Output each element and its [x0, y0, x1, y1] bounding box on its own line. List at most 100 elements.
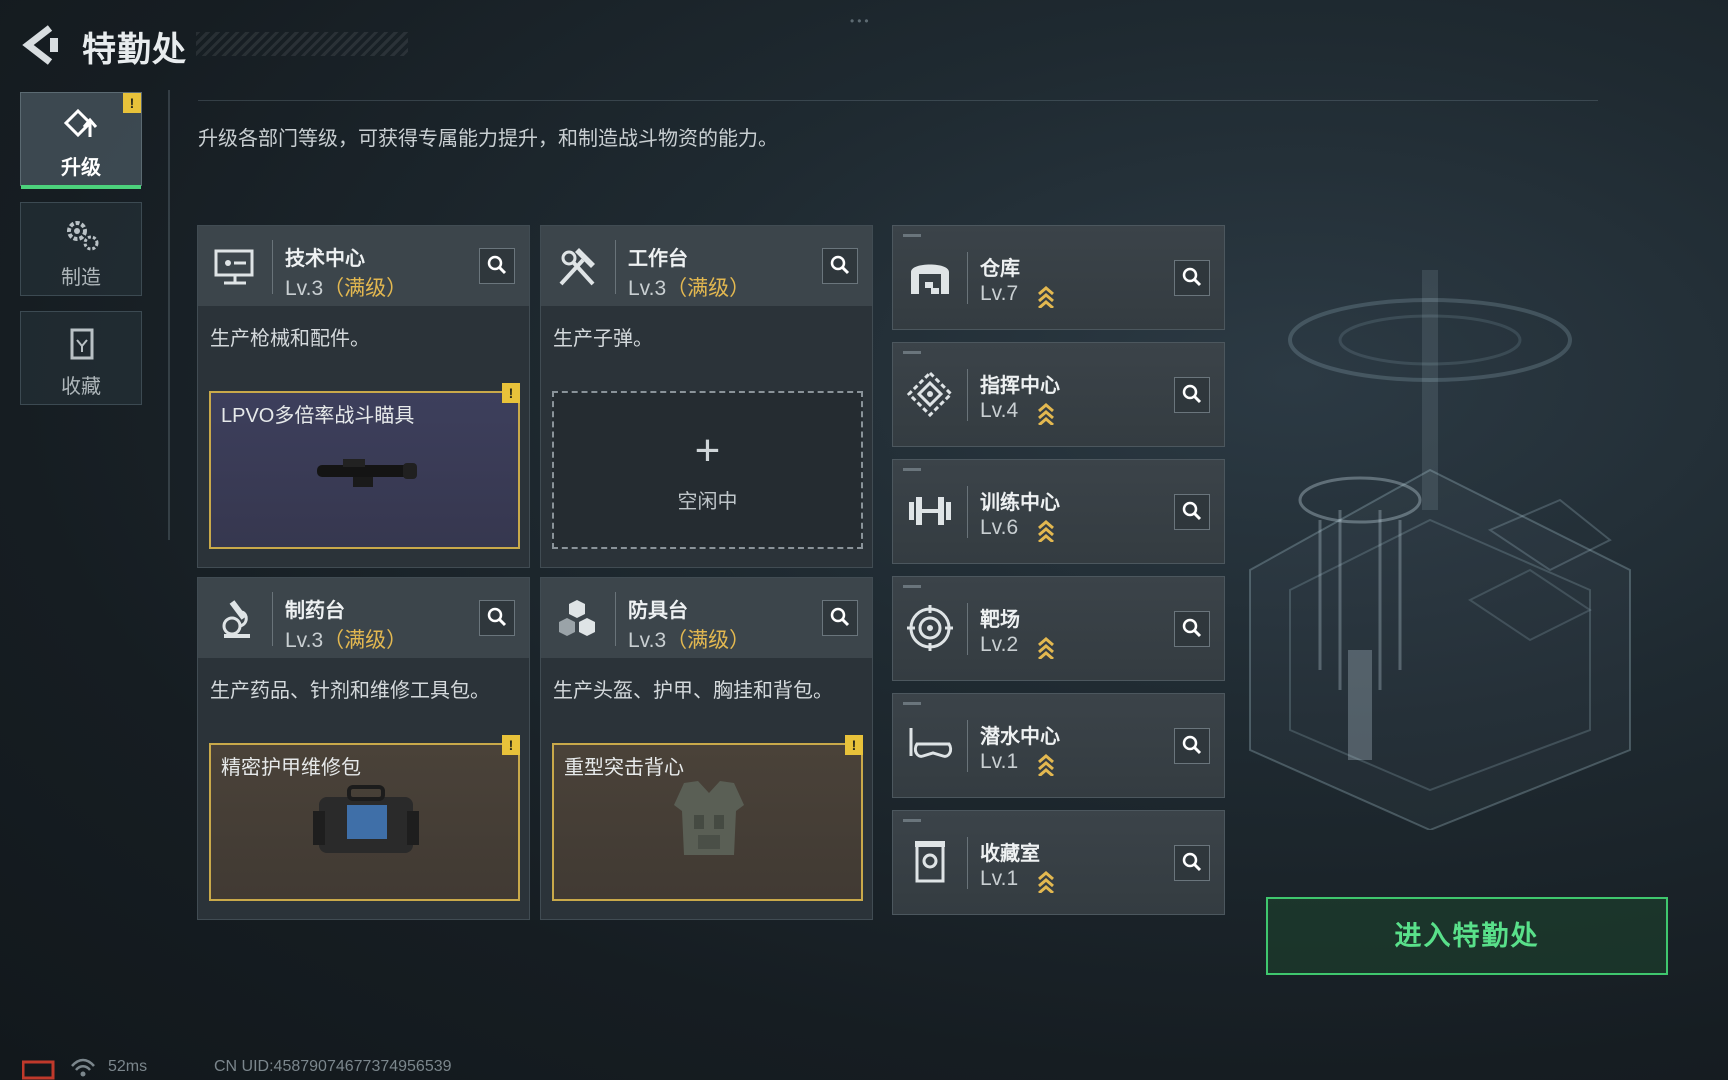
slot-item-name: 精密护甲维修包	[221, 757, 361, 779]
department-level: Lv.1	[980, 867, 1019, 890]
vault-icon	[915, 841, 945, 883]
tab-collection[interactable]: 收藏	[20, 311, 142, 405]
search-button[interactable]	[479, 248, 515, 284]
target-icon	[907, 605, 953, 651]
vault-icon	[70, 328, 94, 360]
card-level: Lv.3（满级）	[628, 272, 750, 302]
search-button[interactable]	[822, 248, 858, 284]
corner-mark	[903, 702, 921, 705]
microscope-icon	[222, 600, 250, 638]
search-button[interactable]	[1174, 260, 1210, 296]
separator	[967, 603, 968, 655]
department-row-collection-room[interactable]: 收藏室 Lv.1	[892, 810, 1225, 915]
card-name: 制药台	[285, 600, 345, 622]
corner-mark	[903, 234, 921, 237]
warehouse-icon	[911, 264, 949, 294]
magnifier-icon	[830, 607, 850, 627]
card-pharmacy: 制药台 Lv.3（满级） 生产药品、针剂和维修工具包。 精密护甲维修包 !	[197, 577, 530, 920]
slot-item-name: LPVO多倍率战斗瞄具	[221, 405, 415, 427]
department-row-shooting-range[interactable]: 靶场 Lv.2	[892, 576, 1225, 681]
magnifier-icon	[487, 607, 507, 627]
separator	[272, 240, 273, 294]
tab-collection-label: 收藏	[61, 376, 101, 398]
user-uid: CN UID:458790746773749565​39	[214, 1058, 452, 1075]
production-slot[interactable]: 精密护甲维修包 !	[209, 735, 520, 901]
ping-value: 52ms	[108, 1058, 148, 1075]
dumbbell-icon	[909, 497, 951, 525]
search-button[interactable]	[1174, 728, 1210, 764]
upgrade-chevron-icon	[1038, 637, 1054, 659]
department-level: Lv.7	[980, 282, 1019, 305]
card-level: Lv.3（满级）	[285, 272, 407, 302]
search-button[interactable]	[1174, 494, 1210, 530]
alert-badge: !	[502, 735, 520, 755]
separator	[967, 837, 968, 889]
corner-mark	[903, 468, 921, 471]
alert-badge: !	[123, 93, 141, 113]
tab-upgrade[interactable]: 升级 !	[20, 92, 142, 189]
add-icon: +	[694, 426, 721, 475]
search-button[interactable]	[1174, 845, 1210, 881]
gears-icon	[67, 221, 99, 251]
idle-slot[interactable]: + 空闲中	[552, 391, 863, 549]
card-name: 技术中心	[285, 248, 365, 270]
search-button[interactable]	[1174, 611, 1210, 647]
divider	[168, 90, 170, 540]
level-value: Lv.3	[285, 629, 324, 652]
separator	[967, 369, 968, 421]
monitor-icon	[214, 249, 254, 285]
department-row-training-center[interactable]: 训练中心 Lv.6	[892, 459, 1225, 564]
search-button[interactable]	[479, 600, 515, 636]
card-name: 工作台	[628, 248, 688, 270]
max-level-tag: （满级）	[323, 629, 408, 652]
department-name: 仓库	[980, 258, 1020, 280]
production-slot[interactable]: LPVO多倍率战斗瞄具 !	[209, 383, 520, 549]
card-header: 工作台 Lv.3（满级）	[541, 226, 872, 306]
separator	[967, 252, 968, 304]
card-workbench: 工作台 Lv.3（满级） 生产子弹。 + 空闲中	[540, 225, 873, 568]
upgrade-chevron-icon	[1038, 871, 1054, 893]
page-description: 升级各部门等级，可获得专属能力提升，和制造战斗物资的能力。	[198, 128, 778, 150]
magnifier-icon	[1182, 267, 1202, 287]
upgrade-chevron-icon	[1038, 520, 1054, 542]
department-row-diving-center[interactable]: 潜水中心 Lv.1	[892, 693, 1225, 798]
max-level-tag: （满级）	[666, 277, 751, 300]
department-name: 收藏室	[980, 843, 1040, 865]
corner-mark	[903, 819, 921, 822]
magnifier-icon	[1182, 501, 1202, 521]
cubes-icon	[559, 600, 595, 636]
level-value: Lv.3	[628, 629, 667, 652]
enter-special-ops-button[interactable]: 进入特勤处	[1266, 897, 1668, 975]
upgrade-chevron-icon	[1038, 403, 1054, 425]
department-row-command-center[interactable]: 指挥中心 Lv.4	[892, 342, 1225, 447]
department-name: 指挥中心	[980, 375, 1060, 397]
hammer-wrench-icon	[559, 248, 595, 286]
card-description: 生产枪械和配件。	[210, 328, 370, 350]
page-title: 特勤处	[82, 31, 187, 69]
magnifier-icon	[487, 255, 507, 275]
card-armor-bench: 防具台 Lv.3（满级） 生产头盔、护甲、胸挂和背包。 重型突击背心 !	[540, 577, 873, 920]
scope-image	[317, 459, 417, 487]
search-button[interactable]	[1174, 377, 1210, 413]
card-tech-center: 技术中心 Lv.3（满级） 生产枪械和配件。 LPVO多倍率战斗瞄具 !	[197, 225, 530, 568]
search-button[interactable]	[822, 600, 858, 636]
top-handle: •••	[850, 14, 872, 28]
alert-badge: !	[845, 735, 863, 755]
back-arrow-icon[interactable]	[20, 24, 60, 66]
department-level: Lv.6	[980, 516, 1019, 539]
magnifier-icon	[1182, 384, 1202, 404]
separator	[272, 592, 273, 646]
tab-upgrade-label: 升级	[61, 157, 101, 179]
department-name: 潜水中心	[980, 726, 1060, 748]
department-level: Lv.2	[980, 633, 1019, 656]
tab-craft[interactable]: 制造	[20, 202, 142, 296]
upgrade-chevron-icon	[1038, 286, 1054, 308]
card-name: 防具台	[628, 600, 688, 622]
production-slot[interactable]: 重型突击背心 !	[552, 735, 863, 901]
title-decoration	[196, 32, 408, 56]
separator	[967, 486, 968, 538]
separator	[967, 720, 968, 772]
divider	[198, 100, 1598, 101]
magnifier-icon	[1182, 852, 1202, 872]
department-row-warehouse[interactable]: 仓库 Lv.7	[892, 225, 1225, 330]
